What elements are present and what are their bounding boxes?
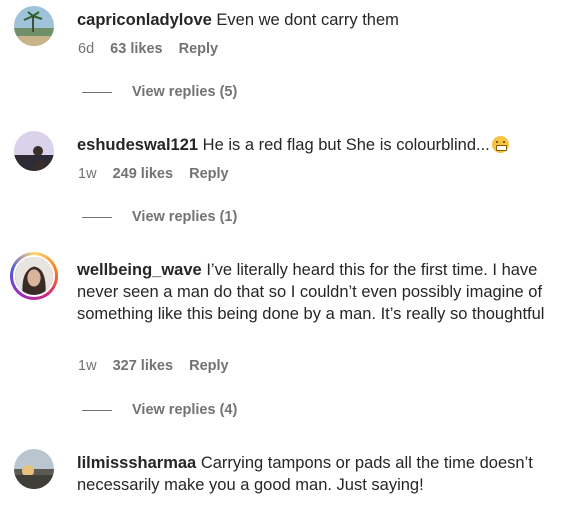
- likes-count[interactable]: 249 likes: [113, 166, 173, 182]
- comment-body: Even we dont carry them: [216, 11, 399, 29]
- grimacing-emoji-icon: [491, 136, 509, 153]
- avatar-beach-image: [14, 6, 54, 46]
- divider-line: [82, 91, 112, 93]
- avatar[interactable]: [14, 449, 54, 489]
- avatar[interactable]: [14, 6, 54, 46]
- timestamp: 1w: [78, 166, 97, 182]
- view-replies-button[interactable]: View replies (4): [82, 402, 237, 418]
- view-replies-label: View replies (1): [132, 209, 238, 225]
- username-link[interactable]: eshudeswal121: [77, 136, 198, 154]
- timestamp: 6d: [78, 41, 95, 57]
- username-link[interactable]: wellbeing_wave: [77, 261, 202, 279]
- reply-button[interactable]: Reply: [189, 358, 229, 374]
- comment-text: capriconladylove Even we dont carry them: [77, 9, 572, 31]
- avatar-with-story-ring[interactable]: [10, 252, 58, 300]
- reply-button[interactable]: Reply: [189, 166, 229, 182]
- avatar-silhouette-image: [14, 131, 54, 171]
- comment-meta: 1w 249 likes Reply: [78, 166, 241, 182]
- comment-meta: 6d 63 likes Reply: [78, 41, 230, 57]
- comment-text: eshudeswal121 He is a red flag but She i…: [77, 134, 572, 156]
- view-replies-label: View replies (4): [132, 402, 238, 418]
- timestamp: 1w: [78, 358, 97, 374]
- username-link[interactable]: capriconladylove: [77, 11, 212, 29]
- divider-line: [82, 216, 112, 218]
- divider-line: [82, 409, 112, 411]
- view-replies-button[interactable]: View replies (5): [82, 84, 237, 100]
- reply-button[interactable]: Reply: [179, 41, 219, 57]
- likes-count[interactable]: 327 likes: [113, 358, 173, 374]
- comment-text: wellbeing_wave I’ve literally heard this…: [77, 259, 572, 325]
- comment-body: He is a red flag but She is colourblind.…: [202, 136, 490, 154]
- view-replies-button[interactable]: View replies (1): [82, 209, 237, 225]
- avatar-portrait-image: [15, 257, 53, 295]
- avatar-sunset-image: [14, 449, 54, 489]
- avatar[interactable]: [14, 131, 54, 171]
- view-replies-label: View replies (5): [132, 84, 238, 100]
- likes-count[interactable]: 63 likes: [110, 41, 162, 57]
- comment-meta: 1w 327 likes Reply: [78, 358, 241, 374]
- comment-text: lilmisssharmaa Carrying tampons or pads …: [77, 452, 572, 496]
- username-link[interactable]: lilmisssharmaa: [77, 454, 196, 472]
